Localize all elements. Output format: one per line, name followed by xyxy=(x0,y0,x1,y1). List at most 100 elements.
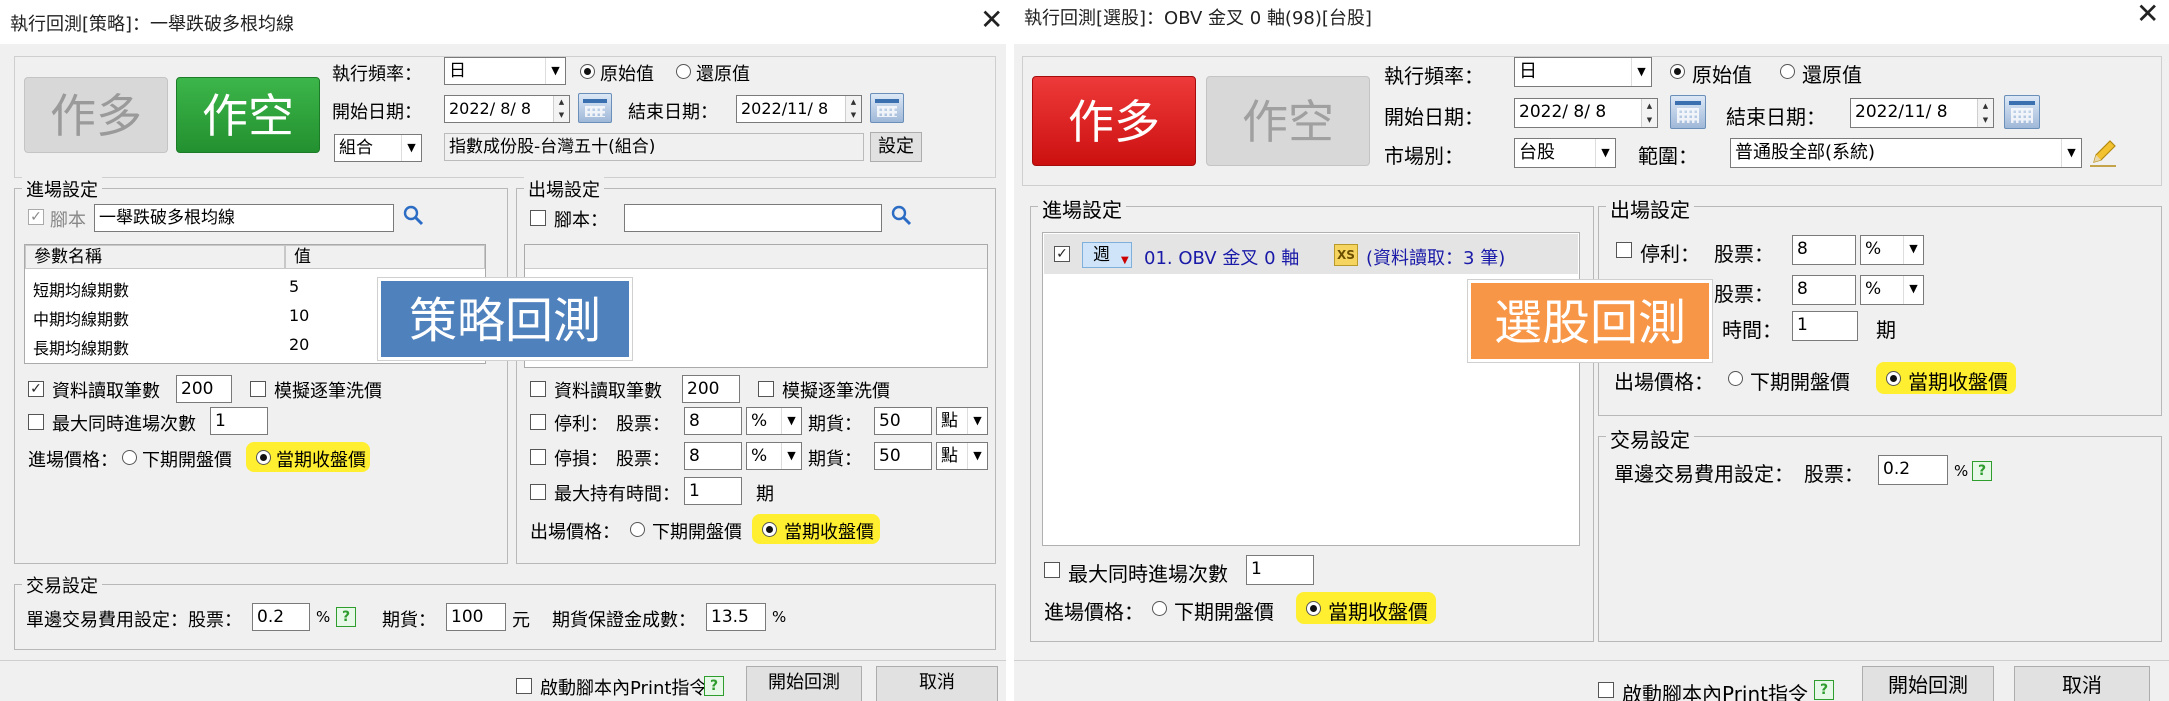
entry-price-next-label: 下期開盤價 xyxy=(1174,600,1274,624)
start-date-field[interactable]: 2022/ 8/ 8 ▲ ▼ xyxy=(1514,98,1658,128)
list-item[interactable]: ✓ 週 ▼ 01. OBV 金叉 0 軸 XS (資料讀取：3 筆) xyxy=(1044,234,1578,274)
futures-fee-field[interactable]: 100 xyxy=(446,603,506,631)
exit-read-field[interactable]: 200 xyxy=(682,375,740,403)
radio-original[interactable] xyxy=(1670,64,1685,79)
radio-restore[interactable] xyxy=(676,64,691,79)
exit-price-next-radio[interactable] xyxy=(1728,371,1743,386)
entry-script-field[interactable]: 一舉跌破多根均線 xyxy=(94,204,394,232)
fee-label: 單邊交易費用設定：股票： xyxy=(26,610,242,631)
fee-field[interactable]: 0.2 xyxy=(252,603,310,631)
start-backtest-button[interactable]: 開始回測 xyxy=(746,666,862,701)
index-field[interactable]: 指數成份股-台灣五十(組合) xyxy=(444,133,864,161)
stop-loss-checkbox[interactable] xyxy=(530,449,546,465)
help-icon[interactable]: ? xyxy=(1972,461,1992,481)
exit-script-checkbox[interactable] xyxy=(530,210,546,226)
short-button[interactable]: 作空 xyxy=(1206,76,1370,166)
stop-loss-unit-select[interactable]: % ▼ xyxy=(746,442,802,470)
chevron-down-icon: ▼ xyxy=(545,58,565,84)
max-hold-field[interactable]: 1 xyxy=(1792,311,1858,341)
fee-field[interactable]: 0.2 xyxy=(1878,455,1948,485)
market-select[interactable]: 台股 ▼ xyxy=(1514,138,1616,168)
fee-stock-label: 股票： xyxy=(1804,462,1864,486)
calendar-icon[interactable] xyxy=(2004,95,2040,129)
xs-script-icon[interactable]: XS xyxy=(1334,244,1358,266)
take-profit-checkbox[interactable] xyxy=(530,414,546,430)
long-button[interactable]: 作多 xyxy=(1032,76,1196,166)
spinner-icon[interactable]: ▲ ▼ xyxy=(553,96,569,122)
exit-simulate-checkbox[interactable] xyxy=(758,381,774,397)
entry-max-field[interactable]: 1 xyxy=(210,407,268,435)
take-profit-stock-field[interactable]: 8 xyxy=(1792,235,1856,265)
param-value[interactable]: 20 xyxy=(289,335,309,354)
long-button[interactable]: 作多 xyxy=(24,77,168,153)
freq-select[interactable]: 日 ▼ xyxy=(444,57,566,85)
end-date-field[interactable]: 2022/11/ 8 ▲ ▼ xyxy=(1850,98,1994,128)
entry-max-checkbox[interactable] xyxy=(28,414,44,430)
param-value[interactable]: 10 xyxy=(289,306,309,325)
stop-loss-futures-field[interactable]: 50 xyxy=(874,442,932,470)
max-hold-field[interactable]: 1 xyxy=(684,477,742,505)
entry-price-close-radio[interactable] xyxy=(256,450,271,465)
cancel-button[interactable]: 取消 xyxy=(2014,666,2150,701)
condition-checkbox[interactable]: ✓ xyxy=(1054,246,1070,262)
close-icon[interactable]: ✕ xyxy=(980,6,1003,34)
exit-read-checkbox[interactable] xyxy=(530,381,546,397)
margin-field[interactable]: 13.5 xyxy=(706,603,766,631)
print-checkbox[interactable] xyxy=(516,678,532,694)
help-icon[interactable]: ? xyxy=(704,676,724,696)
entry-read-checkbox[interactable]: ✓ xyxy=(28,381,44,397)
stop-loss-stock-field[interactable]: 8 xyxy=(1792,275,1856,305)
start-backtest-button[interactable]: 開始回測 xyxy=(1862,666,1994,701)
help-icon[interactable]: ? xyxy=(1814,680,1834,700)
calendar-icon[interactable] xyxy=(1670,95,1706,129)
max-hold-checkbox[interactable] xyxy=(530,484,546,500)
take-profit-stock-field[interactable]: 8 xyxy=(684,407,742,435)
close-icon[interactable]: ✕ xyxy=(2136,0,2159,28)
short-button[interactable]: 作空 xyxy=(176,77,320,153)
entry-price-close-radio[interactable] xyxy=(1306,601,1321,616)
stop-loss-stock-field[interactable]: 8 xyxy=(684,442,742,470)
take-profit-checkbox[interactable] xyxy=(1616,242,1632,258)
radio-original[interactable] xyxy=(580,64,595,79)
search-icon[interactable] xyxy=(890,204,914,233)
setting-button[interactable]: 設定 xyxy=(870,132,922,162)
radio-restore[interactable] xyxy=(1780,64,1795,79)
print-checkbox[interactable] xyxy=(1598,682,1614,698)
search-icon[interactable] xyxy=(402,204,426,233)
param-value[interactable]: 5 xyxy=(289,277,299,296)
entry-max-field[interactable]: 1 xyxy=(1246,555,1314,585)
spinner-icon[interactable]: ▲ ▼ xyxy=(845,96,861,122)
calendar-icon[interactable] xyxy=(578,93,612,123)
fee-pct: % xyxy=(316,608,331,626)
take-profit-unit-select[interactable]: % ▼ xyxy=(1860,235,1924,265)
period-unit: 期 xyxy=(756,484,774,505)
start-date-field[interactable]: 2022/ 8/ 8 ▲ ▼ xyxy=(444,95,570,123)
end-date-field[interactable]: 2022/11/ 8 ▲ ▼ xyxy=(736,95,862,123)
exit-price-close-radio[interactable] xyxy=(762,522,777,537)
exit-script-field[interactable] xyxy=(624,204,882,232)
exit-price-close-radio[interactable] xyxy=(1886,371,1901,386)
stop-loss-unit-select[interactable]: % ▼ xyxy=(1860,275,1924,305)
freq-select[interactable]: 日 ▼ xyxy=(1514,57,1652,87)
cancel-button[interactable]: 取消 xyxy=(876,666,998,701)
range-label: 範圍： xyxy=(1638,144,1698,168)
take-profit-futures-field[interactable]: 50 xyxy=(874,407,932,435)
take-profit-futures-unit[interactable]: 點 ▼ xyxy=(936,407,988,435)
entry-simulate-checkbox[interactable] xyxy=(250,381,266,397)
entry-price-next-radio[interactable] xyxy=(122,450,137,465)
stop-loss-futures-unit[interactable]: 點 ▼ xyxy=(936,442,988,470)
range-select[interactable]: 普通股全部(系統) ▼ xyxy=(1730,138,2082,168)
entry-read-field[interactable]: 200 xyxy=(176,375,232,403)
condition-freq-tag[interactable]: 週 ▼ xyxy=(1082,242,1132,268)
take-profit-unit-select[interactable]: % ▼ xyxy=(746,407,802,435)
entry-price-next-radio[interactable] xyxy=(1152,601,1167,616)
combo-select[interactable]: 組合 ▼ xyxy=(334,134,422,162)
entry-max-checkbox[interactable] xyxy=(1044,562,1060,578)
pencil-icon[interactable] xyxy=(2088,136,2118,173)
entry-script-checkbox[interactable]: ✓ xyxy=(28,209,44,225)
spinner-icon[interactable]: ▲ ▼ xyxy=(1641,99,1657,127)
exit-price-next-radio[interactable] xyxy=(630,522,645,537)
spinner-icon[interactable]: ▲ ▼ xyxy=(1977,99,1993,127)
help-icon[interactable]: ? xyxy=(336,607,356,627)
calendar-icon[interactable] xyxy=(870,93,904,123)
